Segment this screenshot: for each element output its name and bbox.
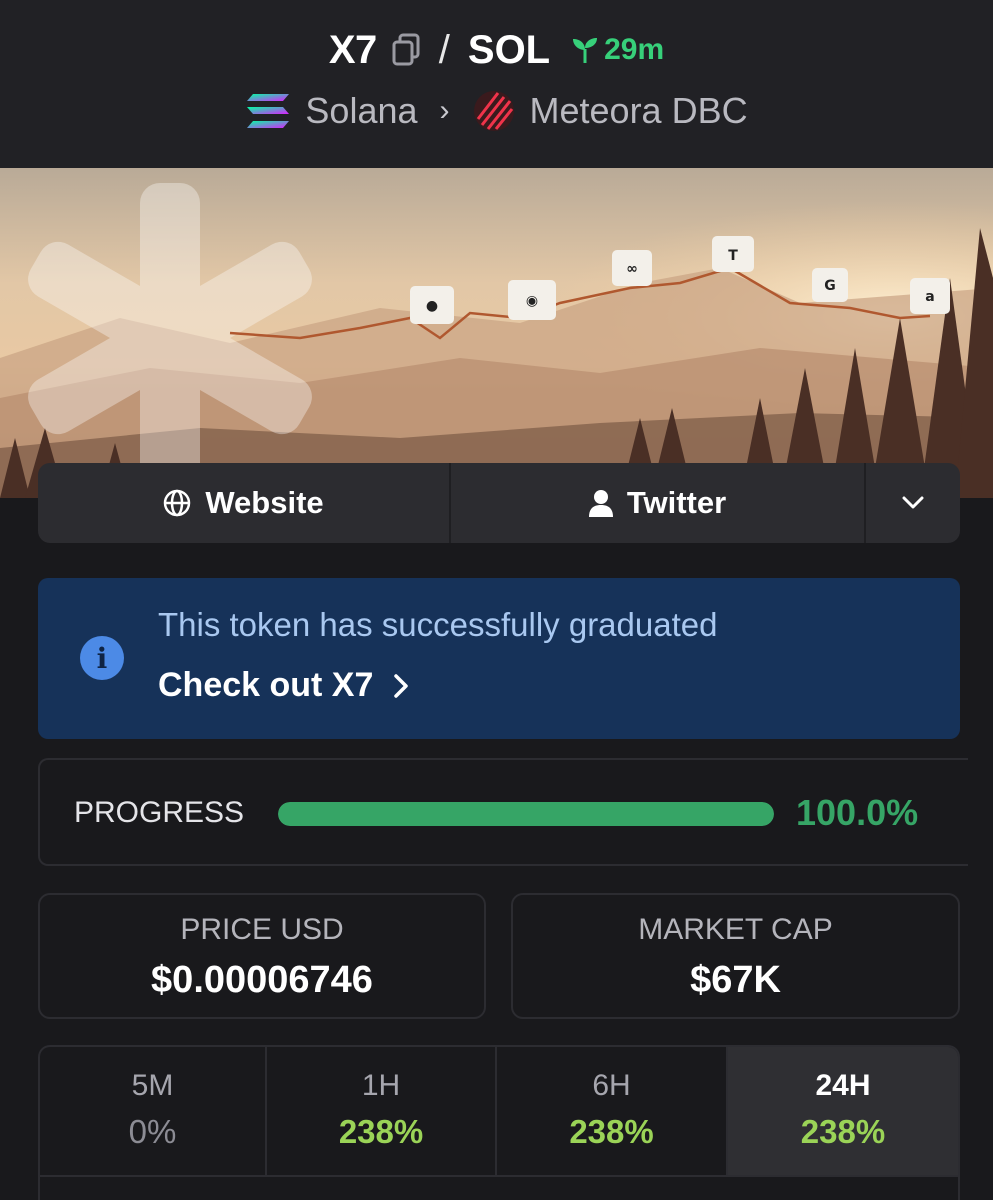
tab-change-value: 0% xyxy=(128,1113,177,1150)
chain-breadcrumb: Solana › Meteora DBC xyxy=(0,86,993,136)
solana-icon xyxy=(245,92,291,130)
price-usd-label: PRICE USD xyxy=(180,913,344,946)
price-usd-value: $0.00006746 xyxy=(151,959,373,1001)
token-banner-image: ● ◉ ∞ T G a xyxy=(0,168,993,498)
market-cap-label: MARKET CAP xyxy=(638,913,833,946)
chevron-down-icon xyxy=(902,496,924,510)
tab-5m[interactable]: 5M 0% xyxy=(40,1047,268,1177)
check-out-label: Check out X7 xyxy=(158,666,374,704)
progress-bar xyxy=(278,802,774,826)
dex-name[interactable]: Meteora DBC xyxy=(530,90,748,132)
pair-title-row: X7 / SOL 29m xyxy=(0,22,993,78)
bonding-progress: PROGRESS 100.0% xyxy=(38,758,968,866)
more-links-button[interactable] xyxy=(866,463,960,543)
tab-label: 24H xyxy=(815,1069,871,1102)
info-icon: i xyxy=(80,636,124,680)
website-button[interactable]: Website xyxy=(38,463,451,543)
tab-change-value: 238% xyxy=(800,1113,886,1150)
svg-text:●: ● xyxy=(426,298,438,314)
seedling-icon xyxy=(570,36,600,64)
tab-change-value: 238% xyxy=(569,1113,654,1150)
globe-icon xyxy=(163,489,191,517)
copy-icon[interactable] xyxy=(391,33,421,67)
svg-text:T: T xyxy=(728,248,738,264)
check-out-link[interactable]: Check out X7 xyxy=(158,666,409,705)
twitter-button[interactable]: Twitter xyxy=(451,463,866,543)
social-links-bar: Website Twitter xyxy=(38,463,960,543)
svg-text:a: a xyxy=(925,289,934,305)
pair-header: X7 / SOL 29m Solana › Meteora DBC xyxy=(0,0,993,168)
chain-name[interactable]: Solana xyxy=(305,90,417,132)
svg-text:G: G xyxy=(824,278,836,294)
market-cap-card: MARKET CAP $67K xyxy=(511,893,960,1019)
chevron-right-icon: › xyxy=(439,94,450,127)
tab-6h[interactable]: 6H 238% xyxy=(497,1047,729,1177)
price-usd-card: PRICE USD $0.00006746 xyxy=(38,893,486,1019)
svg-text:∞: ∞ xyxy=(626,261,638,277)
graduated-message: This token has successfully graduated xyxy=(158,606,718,643)
twitter-label: Twitter xyxy=(626,485,727,520)
tab-label: 1H xyxy=(361,1069,401,1102)
website-label: Website xyxy=(205,485,324,520)
tab-24h[interactable]: 24H 238% xyxy=(728,1047,958,1177)
market-cap-value: $67K xyxy=(690,959,781,1001)
token-symbol: X7 xyxy=(328,27,377,72)
pair-age: 29m xyxy=(570,33,664,67)
pair-age-text: 29m xyxy=(604,33,665,66)
tab-label: 6H xyxy=(592,1069,631,1102)
progress-label: PROGRESS xyxy=(74,796,245,829)
meteora-icon xyxy=(472,89,516,133)
graduated-notice: i This token has successfully graduated … xyxy=(38,578,960,739)
tab-label: 5M xyxy=(131,1069,174,1102)
progress-bar-fill xyxy=(278,802,774,826)
price-change-tabs: 5M 0% 1H 238% 6H 238% 24H 238% xyxy=(38,1045,960,1200)
progress-value: 100.0% xyxy=(796,792,919,833)
user-icon xyxy=(588,489,613,517)
quote-symbol: SOL xyxy=(467,27,551,72)
tab-change-value: 238% xyxy=(338,1113,424,1150)
pair-separator: / xyxy=(438,27,450,72)
tab-1h[interactable]: 1H 238% xyxy=(267,1047,498,1177)
chevron-right-icon xyxy=(393,673,409,699)
svg-text:◉: ◉ xyxy=(526,293,538,309)
